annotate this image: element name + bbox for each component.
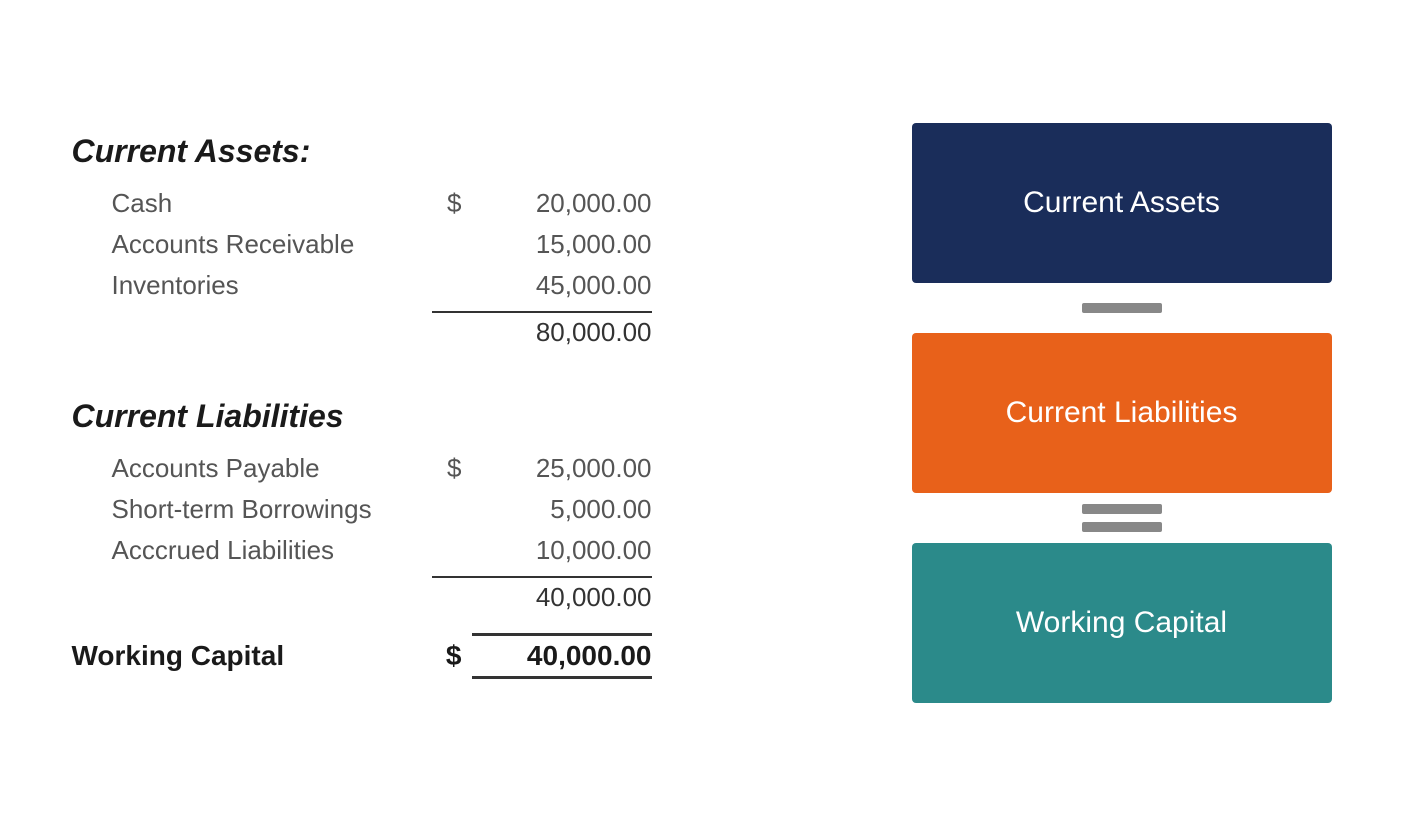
ap-row: Accounts Payable $ 25,000.00 bbox=[72, 453, 832, 484]
equals-sign bbox=[1082, 493, 1162, 543]
current-liabilities-heading: Current Liabilities bbox=[72, 398, 832, 435]
current-liabilities-card: Current Liabilities bbox=[912, 333, 1332, 493]
stb-amount: 5,000.00 bbox=[472, 494, 652, 525]
assets-subtotal-amount: 80,000.00 bbox=[432, 311, 652, 348]
inventories-amount: 45,000.00 bbox=[472, 270, 652, 301]
liabilities-subtotal-amount: 40,000.00 bbox=[432, 576, 652, 613]
ar-amount: 15,000.00 bbox=[472, 229, 652, 260]
stb-row: Short-term Borrowings 5,000.00 bbox=[72, 494, 832, 525]
working-capital-card: Working Capital bbox=[912, 543, 1332, 703]
cash-dollar: $ bbox=[432, 188, 462, 219]
inventories-label: Inventories bbox=[72, 270, 432, 301]
current-assets-card-label: Current Assets bbox=[1023, 186, 1220, 220]
inventories-row: Inventories 45,000.00 bbox=[72, 270, 832, 301]
right-panel: Current Assets Current Liabilities Worki… bbox=[912, 123, 1332, 703]
current-assets-heading: Current Assets: bbox=[72, 133, 832, 170]
accrued-row: Acccrued Liabilities 10,000.00 bbox=[72, 535, 832, 566]
ar-row: Accounts Receivable 15,000.00 bbox=[72, 229, 832, 260]
main-container: Current Assets: Cash $ 20,000.00 Account… bbox=[52, 83, 1352, 743]
working-capital-card-label: Working Capital bbox=[1016, 606, 1227, 640]
cash-label: Cash bbox=[72, 188, 432, 219]
ap-label: Accounts Payable bbox=[72, 453, 432, 484]
accrued-amount: 10,000.00 bbox=[472, 535, 652, 566]
stb-label: Short-term Borrowings bbox=[72, 494, 432, 525]
ap-amount: 25,000.00 bbox=[472, 453, 652, 484]
minus-sign bbox=[1082, 283, 1162, 333]
accrued-label: Acccrued Liabilities bbox=[72, 535, 432, 566]
equals-line-1 bbox=[1082, 504, 1162, 514]
cash-amount: 20,000.00 bbox=[472, 188, 652, 219]
current-assets-card: Current Assets bbox=[912, 123, 1332, 283]
working-capital-label: Working Capital bbox=[72, 640, 432, 672]
minus-line bbox=[1082, 303, 1162, 313]
cash-row: Cash $ 20,000.00 bbox=[72, 188, 832, 219]
ar-label: Accounts Receivable bbox=[72, 229, 432, 260]
equals-line-2 bbox=[1082, 522, 1162, 532]
ap-dollar: $ bbox=[432, 453, 462, 484]
working-capital-amount: 40,000.00 bbox=[472, 633, 652, 679]
working-capital-dollar: $ bbox=[432, 640, 462, 672]
working-capital-row: Working Capital $ 40,000.00 bbox=[72, 633, 832, 679]
left-panel: Current Assets: Cash $ 20,000.00 Account… bbox=[72, 123, 832, 679]
current-liabilities-card-label: Current Liabilities bbox=[1006, 396, 1238, 430]
assets-subtotal-row: 80,000.00 bbox=[72, 311, 832, 348]
liabilities-subtotal-row: 40,000.00 bbox=[72, 576, 832, 613]
